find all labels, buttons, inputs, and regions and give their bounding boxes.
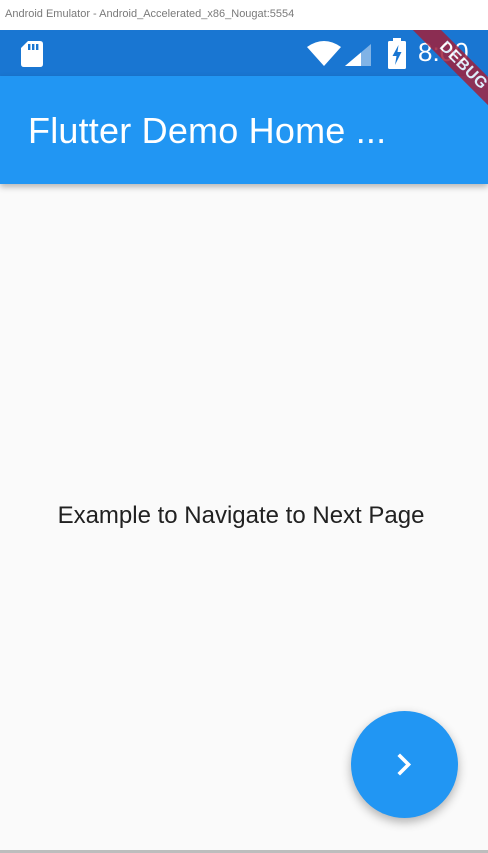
status-bar: 8:00 [0, 30, 488, 76]
app-bar-title: Flutter Demo Home ... [28, 110, 387, 151]
wifi-icon [307, 41, 341, 66]
sd-card-icon [21, 41, 43, 67]
navigation-example-text: Example to Navigate to Next Page [57, 502, 425, 529]
emulator-window-titlebar: Android Emulator - Android_Accelerated_x… [0, 0, 488, 30]
window-title: Android Emulator - Android_Accelerated_x… [5, 8, 295, 20]
signal-icon [345, 44, 371, 66]
app-bar: Flutter Demo Home ... [0, 76, 488, 184]
battery-charging-icon [388, 38, 406, 69]
chevron-right-icon [397, 753, 412, 776]
status-clock: 8:00 [418, 37, 469, 67]
navigate-next-fab[interactable] [351, 711, 458, 818]
